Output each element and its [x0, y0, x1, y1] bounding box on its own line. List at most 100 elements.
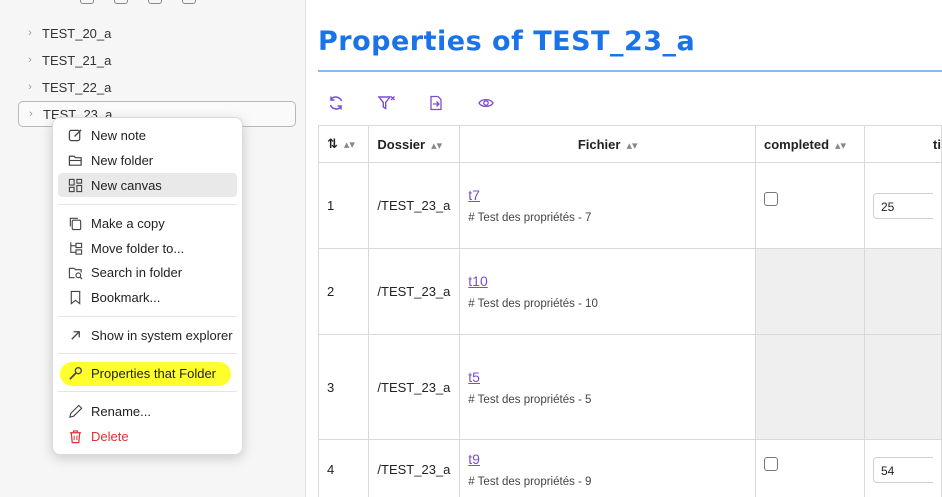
- wrench-icon: [66, 364, 84, 382]
- column-header-ti[interactable]: ti: [863, 125, 942, 163]
- ti-number-input[interactable]: 25: [872, 192, 933, 219]
- table-row: 1 /TEST_23_a t7 # Test des propriétés - …: [317, 162, 942, 249]
- file-heading: # Test des propriétés - 7: [468, 212, 592, 224]
- tree-folder-label: TEST_20_a: [42, 25, 112, 41]
- completed-checkbox[interactable]: [764, 192, 779, 206]
- sort-toggle-icon[interactable]: ▴▾: [626, 139, 637, 152]
- main-content: Properties of TEST_23_a ⇅ ▴▾ Dossier ▴▾ …: [306, 0, 942, 497]
- menu-item-label: New canvas: [91, 177, 162, 193]
- menu-item-new-folder[interactable]: New folder: [58, 148, 237, 172]
- row-number: 1: [317, 162, 370, 249]
- menu-item-new-canvas[interactable]: New canvas: [58, 173, 237, 197]
- ti-number-input[interactable]: 54: [872, 456, 933, 483]
- menu-item-search-folder[interactable]: Search in folder: [58, 260, 237, 284]
- file-link[interactable]: t9: [468, 451, 747, 467]
- folder-open-icon: [66, 151, 84, 169]
- view-button[interactable]: [478, 95, 528, 115]
- row-completed: [755, 439, 865, 497]
- tree-folder-item[interactable]: › TEST_21_a: [18, 47, 296, 73]
- menu-item-label: Show in system explorer: [91, 327, 233, 343]
- properties-toolbar: [328, 95, 528, 115]
- pencil-icon: [66, 402, 84, 420]
- chevron-right-icon[interactable]: ›: [22, 27, 38, 39]
- row-fichier: t5 # Test des propriétés - 5: [459, 334, 757, 440]
- menu-item-move-folder[interactable]: Move folder to...: [58, 236, 237, 260]
- edit-icon: [66, 126, 84, 144]
- eye-icon: [478, 95, 494, 116]
- table-row: 4 /TEST_23_a t9 # Test des propriétés - …: [317, 439, 942, 497]
- menu-item-label: New folder: [91, 152, 154, 168]
- row-completed: [755, 162, 865, 249]
- menu-item-show-explorer[interactable]: Show in system explorer: [58, 323, 237, 347]
- column-header-label: ti: [933, 136, 941, 152]
- table-row: 2 /TEST_23_a t10 # Test des propriétés -…: [317, 248, 942, 335]
- file-link[interactable]: t10: [468, 273, 747, 289]
- menu-item-make-copy[interactable]: Make a copy: [58, 211, 237, 235]
- arrow-up-right-icon: [66, 326, 84, 344]
- file-link[interactable]: t5: [468, 369, 747, 385]
- toolbar-icon[interactable]: [148, 0, 162, 4]
- chevron-right-icon[interactable]: ›: [22, 54, 38, 66]
- trash-icon: [66, 427, 84, 445]
- menu-item-label: Search in folder: [91, 264, 183, 280]
- row-fichier: t10 # Test des propriétés - 10: [459, 248, 757, 335]
- chevron-right-icon[interactable]: ›: [23, 108, 39, 120]
- app-window: › TEST_20_a › TEST_21_a › TEST_22_a › TE…: [0, 0, 942, 497]
- file-heading: # Test des propriétés - 5: [468, 393, 592, 406]
- completed-checkbox[interactable]: [764, 457, 779, 471]
- sort-arrows-icon: ⇅: [327, 136, 338, 151]
- row-dossier: /TEST_23_a: [368, 439, 461, 497]
- menu-separator: [58, 316, 237, 317]
- export-button[interactable]: [428, 95, 478, 115]
- row-dossier: /TEST_23_a: [368, 162, 461, 249]
- tree-folder-label: TEST_22_a: [42, 79, 112, 95]
- column-header-dossier[interactable]: Dossier ▴▾: [368, 125, 461, 163]
- menu-item-properties-folder[interactable]: Properties that Folder: [58, 361, 237, 385]
- table-row: 3 /TEST_23_a t5 # Test des propriétés - …: [317, 334, 942, 440]
- column-header-fichier[interactable]: Fichier ▴▾: [459, 125, 757, 163]
- row-fichier: t7 # Test des propriétés - 7: [459, 162, 757, 249]
- properties-table: ⇅ ▴▾ Dossier ▴▾ Fichier ▴▾ completed ▴▾ ti: [317, 125, 942, 497]
- menu-item-label: Delete: [91, 428, 129, 444]
- toolbar-icon[interactable]: [80, 0, 94, 4]
- bookmark-icon: [66, 288, 84, 306]
- tree-folder-label: TEST_21_a: [42, 52, 112, 68]
- refresh-button[interactable]: [328, 95, 378, 115]
- row-dossier: /TEST_23_a: [368, 248, 461, 335]
- menu-item-delete[interactable]: Delete: [58, 424, 237, 448]
- toolbar-icon[interactable]: [114, 0, 128, 4]
- menu-separator: [58, 353, 237, 354]
- column-header-sort[interactable]: ⇅ ▴▾: [317, 125, 370, 163]
- column-header-label: Fichier: [577, 136, 621, 152]
- page-title: Properties of TEST_23_a: [318, 26, 696, 57]
- folder-tree-icon: [66, 239, 84, 257]
- row-ti: 54: [863, 439, 942, 497]
- file-link[interactable]: t7: [468, 187, 747, 203]
- menu-item-bookmark[interactable]: Bookmark...: [58, 285, 237, 309]
- table-header-row: ⇅ ▴▾ Dossier ▴▾ Fichier ▴▾ completed ▴▾ ti: [317, 125, 942, 163]
- toolbar-icon[interactable]: [182, 0, 196, 4]
- title-divider: [318, 70, 942, 72]
- clear-filter-button[interactable]: [377, 95, 428, 116]
- row-fichier: t9 # Test des propriétés - 9: [459, 439, 757, 497]
- menu-item-label: Properties that Folder: [91, 365, 217, 381]
- filter-clear-icon: [377, 95, 396, 116]
- menu-separator: [58, 391, 237, 392]
- chevron-right-icon[interactable]: ›: [22, 81, 38, 93]
- copy-icon: [66, 214, 84, 232]
- menu-separator: [58, 204, 237, 205]
- sort-toggle-icon[interactable]: ▴▾: [835, 139, 846, 152]
- column-header-label: completed: [764, 136, 830, 152]
- sort-toggle-icon[interactable]: ▴▾: [431, 139, 442, 152]
- menu-item-label: Rename...: [91, 403, 151, 419]
- sort-toggle-icon[interactable]: ▴▾: [344, 138, 355, 151]
- menu-item-rename[interactable]: Rename...: [58, 399, 237, 423]
- tree-folder-item[interactable]: › TEST_22_a: [18, 74, 296, 100]
- row-dossier: /TEST_23_a: [368, 334, 461, 440]
- row-completed-empty: [755, 248, 865, 335]
- refresh-icon: [328, 95, 344, 116]
- menu-item-new-note[interactable]: New note: [58, 123, 237, 147]
- tree-folder-item[interactable]: › TEST_20_a: [18, 20, 296, 46]
- column-header-completed[interactable]: completed ▴▾: [755, 125, 865, 163]
- sidebar-toolbar: [80, 0, 196, 6]
